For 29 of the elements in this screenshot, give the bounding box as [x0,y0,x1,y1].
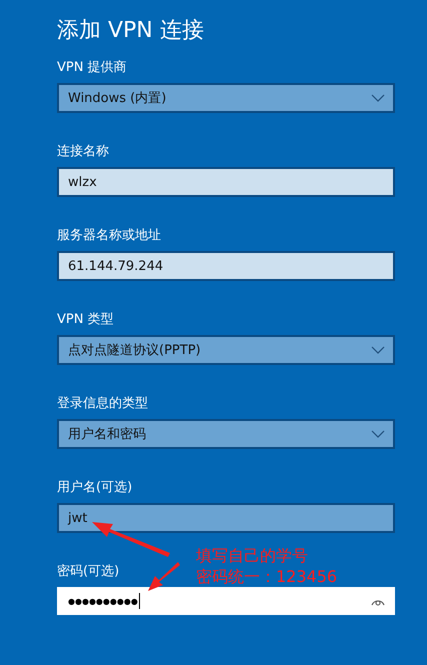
dropdown-value: Windows (内置) [68,90,168,107]
field-value: wlzx [68,174,98,190]
field-label: VPN 提供商 [57,59,127,77]
password-dots: ●●●●●●●●●● [68,596,138,606]
field-value: 61.144.79.244 [68,258,164,274]
password-field[interactable]: ●●●●●●●●●● [57,587,395,615]
annotation-text: 填写自己的学号 [196,546,309,565]
dropdown[interactable]: 点对点隧道协议(PPTP) [57,335,395,365]
chevron-down-icon [371,346,385,354]
field-label: 服务器名称或地址 [57,227,161,245]
arrow [148,562,180,591]
field-label: VPN 类型 [57,311,114,329]
text-field[interactable]: jwt [57,503,395,533]
field-value: jwt [68,510,88,526]
chevron-down-icon [371,94,385,102]
dropdown[interactable]: 用户名和密码 [57,419,395,449]
field-label: 登录信息的类型 [57,395,148,413]
text-cursor [138,593,140,609]
text-field[interactable]: 61.144.79.244 [57,251,395,281]
chevron-down-icon [371,430,385,438]
annotation-text: 密码统一：123456 [196,567,338,586]
page-title: 添加 VPN 连接 [57,17,205,45]
field-label: 用户名(可选) [57,479,132,497]
dropdown[interactable]: Windows (内置) [57,83,395,113]
dropdown-value: 用户名和密码 [68,426,147,443]
text-field[interactable]: wlzx [57,167,395,197]
field-label: 密码(可选) [57,563,120,581]
field-label: 连接名称 [57,143,109,161]
dropdown-value: 点对点隧道协议(PPTP) [68,342,202,359]
